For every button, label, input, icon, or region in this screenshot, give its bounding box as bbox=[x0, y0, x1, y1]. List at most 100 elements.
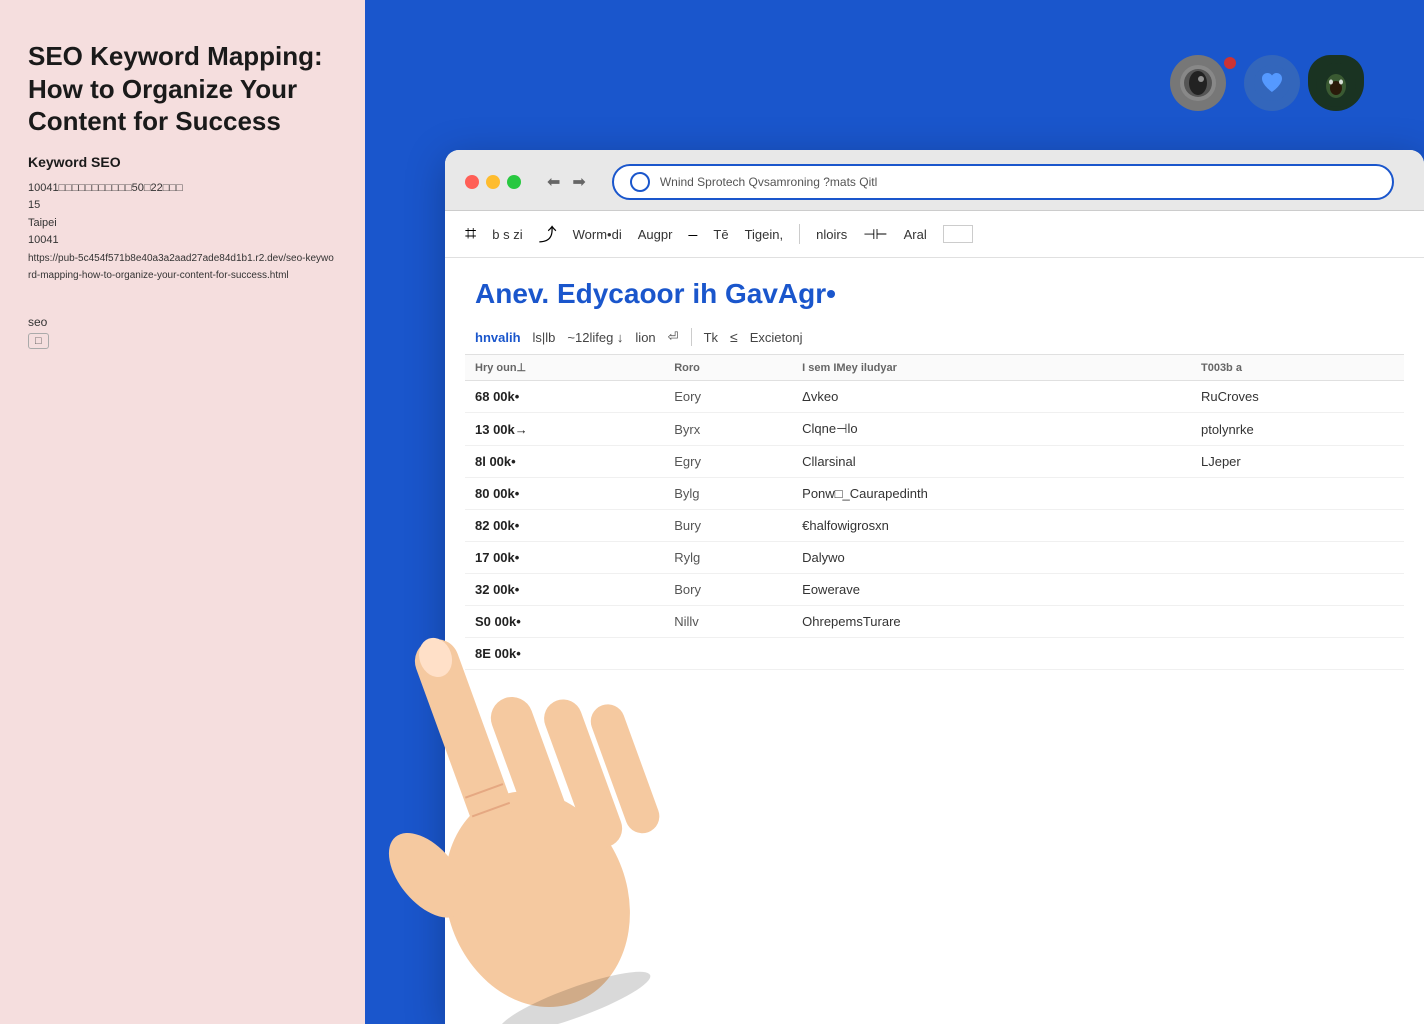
dt-return[interactable]: ⏎ bbox=[668, 329, 679, 345]
toolbar-aral[interactable]: Aral bbox=[904, 227, 927, 242]
table-cell-4-2: €halfowigrosxn bbox=[792, 510, 1191, 542]
toolbar-box bbox=[943, 225, 973, 243]
table-header-row: Hry oun⊥ Roro I sem IMey iludyar T003b a bbox=[465, 355, 1404, 381]
close-button[interactable] bbox=[465, 175, 479, 189]
toolbar-icon-2: ⤴ bbox=[539, 221, 557, 247]
table-cell-6-2: Eowerave bbox=[792, 574, 1191, 606]
toolbar-nloirs[interactable]: nloirs bbox=[816, 227, 847, 242]
toolbar-augpr[interactable]: Augpr bbox=[638, 227, 673, 242]
sidebar: SEO Keyword Mapping: How to Organize You… bbox=[0, 0, 365, 1024]
th-1: Hry oun⊥ bbox=[465, 355, 664, 381]
th-2: Roro bbox=[664, 355, 792, 381]
dt-lion[interactable]: lion bbox=[635, 330, 655, 345]
address-bar[interactable]: Wnind Sprotech Qvsamroning ?mats Qitl bbox=[612, 164, 1394, 200]
table-cell-8-3 bbox=[1191, 638, 1404, 670]
icon-eye[interactable] bbox=[1170, 55, 1226, 111]
table-cell-2-2: Cllarsinal bbox=[792, 446, 1191, 478]
table-cell-2-0: 8l 00k• bbox=[465, 446, 664, 478]
table-cell-1-2: Clqne⊣lo bbox=[792, 413, 1191, 446]
toolbar-worn-ji[interactable]: Worm•di bbox=[573, 227, 622, 242]
top-bar bbox=[365, 0, 1424, 165]
address-text: Wnind Sprotech Qvsamroning ?mats Qitl bbox=[660, 175, 1376, 189]
main-area: ⬅ ➡ Wnind Sprotech Qvsamroning ?mats Qit… bbox=[365, 0, 1424, 1024]
table-cell-2-3: LJeper bbox=[1191, 446, 1404, 478]
dt-divider bbox=[691, 328, 692, 346]
table-cell-1-1: Byrx bbox=[664, 413, 792, 446]
data-toolbar: hnvalih ls|lb ~12lifeg ↓ lion ⏎ Tk ≤ Exc… bbox=[465, 320, 1404, 355]
toolbar-item-1[interactable]: b s zi bbox=[492, 227, 522, 242]
table-cell-6-0: 32 00k• bbox=[465, 574, 664, 606]
table-cell-0-3: RuCroves bbox=[1191, 381, 1404, 413]
table-row: 68 00k•EoryΔvkeoRuCroves bbox=[465, 381, 1404, 413]
table-row: 8E 00k• bbox=[465, 638, 1404, 670]
minimize-button[interactable] bbox=[486, 175, 500, 189]
table-cell-3-2: Ponw□_Caurapedinth bbox=[792, 478, 1191, 510]
browser-content: ⌗ b s zi ⤴ Worm•di Augpr ⎯ Tē Tigein, nl… bbox=[445, 211, 1424, 1024]
table-row: 13 00k→ByrxClqne⊣loptolynrke bbox=[465, 413, 1404, 446]
table-cell-3-0: 80 00k• bbox=[465, 478, 664, 510]
table-cell-4-3 bbox=[1191, 510, 1404, 542]
toolbar-te[interactable]: Tē bbox=[713, 227, 728, 242]
sidebar-title: SEO Keyword Mapping: How to Organize You… bbox=[28, 40, 337, 138]
table-row: 17 00k•RylgDalywo bbox=[465, 542, 1404, 574]
dt-hnvalih[interactable]: hnvalih bbox=[475, 330, 521, 345]
dt-tk[interactable]: Tk bbox=[704, 330, 718, 345]
toolbar-icon-bracket: ⊣⊢ bbox=[863, 226, 887, 243]
table-row: 80 00k•BylgPonw□_Caurapedinth bbox=[465, 478, 1404, 510]
toolbar-divider bbox=[799, 224, 800, 244]
page-header: Anev. Edycaoor ih GavAgr• bbox=[445, 258, 1424, 320]
traffic-lights bbox=[465, 175, 521, 189]
page-title: Anev. Edycaoor ih GavAgr• bbox=[475, 278, 1394, 310]
browser-controls: ⬅ ➡ Wnind Sprotech Qvsamroning ?mats Qit… bbox=[465, 164, 1404, 200]
table-cell-5-1: Rylg bbox=[664, 542, 792, 574]
th-4: T003b a bbox=[1191, 355, 1404, 381]
browser-toolbar: ⌗ b s zi ⤴ Worm•di Augpr ⎯ Tē Tigein, nl… bbox=[445, 211, 1424, 258]
forward-button[interactable]: ➡ bbox=[568, 170, 589, 194]
table-cell-4-1: Bury bbox=[664, 510, 792, 542]
table-cell-0-1: Eory bbox=[664, 381, 792, 413]
toolbar-icon-arrow: ⎯ bbox=[688, 224, 697, 245]
toolbar-to[interactable]: Tigein, bbox=[745, 227, 784, 242]
table-cell-6-3 bbox=[1191, 574, 1404, 606]
table-cell-7-1: Nillv bbox=[664, 606, 792, 638]
eye-icon bbox=[1178, 63, 1218, 103]
maximize-button[interactable] bbox=[507, 175, 521, 189]
sidebar-meta: 10041□□□□□□□□□□□50□22□□□ 15 Taipei 10041… bbox=[28, 180, 337, 286]
icon-dot bbox=[1224, 57, 1236, 69]
nav-arrows: ⬅ ➡ bbox=[543, 170, 590, 194]
browser-chrome: ⬅ ➡ Wnind Sprotech Qvsamroning ?mats Qit… bbox=[445, 150, 1424, 211]
icon-avocado[interactable] bbox=[1308, 55, 1364, 111]
browser-window: ⬅ ➡ Wnind Sprotech Qvsamroning ?mats Qit… bbox=[445, 150, 1424, 1024]
table-cell-5-2: Dalywo bbox=[792, 542, 1191, 574]
table-cell-0-2: Δvkeo bbox=[792, 381, 1191, 413]
th-3: I sem IMey iludyar bbox=[792, 355, 1191, 381]
browser-icon bbox=[630, 172, 650, 192]
heart-icon bbox=[1254, 65, 1290, 101]
table-cell-4-0: 82 00k• bbox=[465, 510, 664, 542]
sidebar-tag: seo □ bbox=[28, 315, 337, 349]
table-cell-3-3 bbox=[1191, 478, 1404, 510]
table-cell-5-0: 17 00k• bbox=[465, 542, 664, 574]
toolbar-icon-main: ⌗ bbox=[465, 223, 476, 246]
table-cell-0-0: 68 00k• bbox=[465, 381, 664, 413]
dt-lslb[interactable]: ls|lb bbox=[533, 330, 556, 345]
avocado-icon bbox=[1314, 58, 1358, 108]
table-cell-3-1: Bylg bbox=[664, 478, 792, 510]
table-cell-1-3: ptolynrke bbox=[1191, 413, 1404, 446]
dt-12lifeg[interactable]: ~12lifeg ↓ bbox=[567, 330, 623, 345]
table-row: 82 00k•Bury€halfowigrosxn bbox=[465, 510, 1404, 542]
data-section: hnvalih ls|lb ~12lifeg ↓ lion ⏎ Tk ≤ Exc… bbox=[445, 320, 1424, 670]
table-cell-8-0: 8E 00k• bbox=[465, 638, 664, 670]
table-row: 32 00k•BoryEowerave bbox=[465, 574, 1404, 606]
table-cell-6-1: Bory bbox=[664, 574, 792, 606]
icon-heart[interactable] bbox=[1244, 55, 1300, 111]
table-cell-5-3 bbox=[1191, 542, 1404, 574]
table-cell-7-3 bbox=[1191, 606, 1404, 638]
table-cell-8-1 bbox=[664, 638, 792, 670]
table-row: S0 00k•NillvOhrepemsTurare bbox=[465, 606, 1404, 638]
table-row: 8l 00k•EgryCllarsinalLJeper bbox=[465, 446, 1404, 478]
dt-excietonj[interactable]: Excietonj bbox=[750, 330, 803, 345]
table-cell-8-2 bbox=[792, 638, 1191, 670]
sidebar-subtitle: Keyword SEO bbox=[28, 154, 337, 170]
back-button[interactable]: ⬅ bbox=[543, 170, 564, 194]
